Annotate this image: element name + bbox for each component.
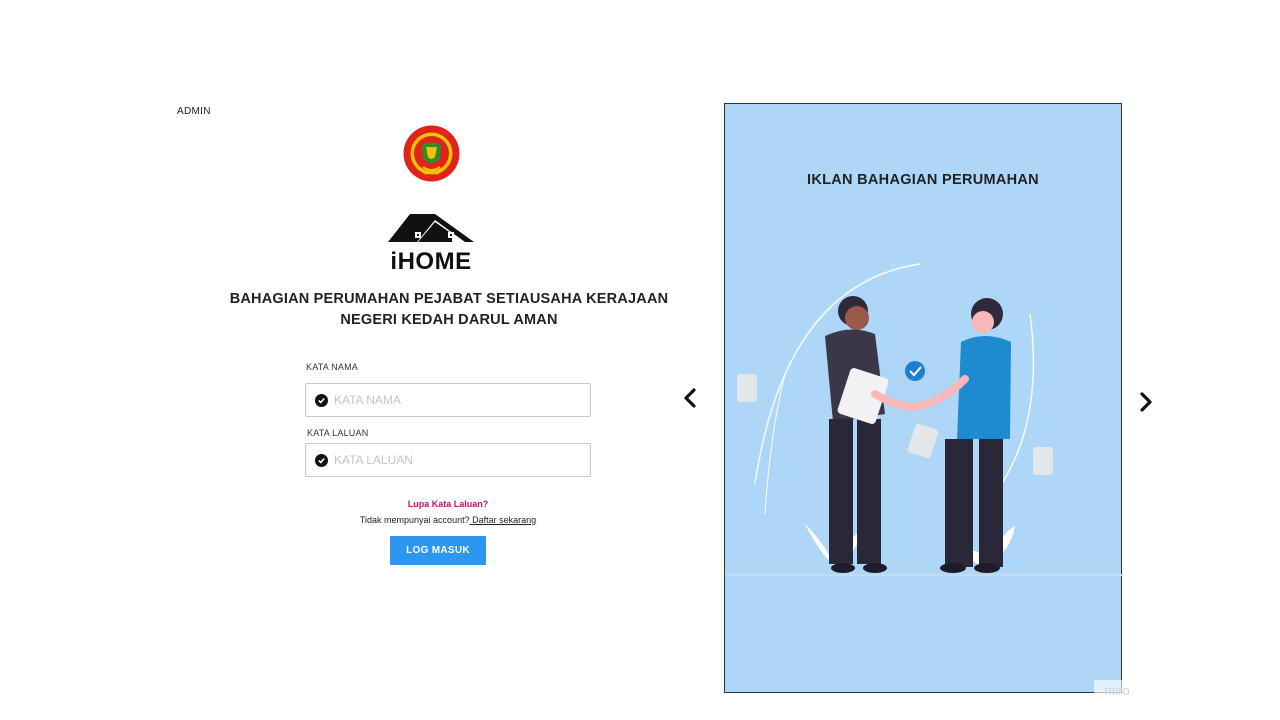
no-account-text: Tidak mempunyai account? xyxy=(359,515,470,525)
register-link[interactable]: Daftar sekarang xyxy=(470,515,536,525)
state-emblem-logo xyxy=(403,125,460,182)
handshake-illustration xyxy=(725,263,1123,576)
advertisement-title: IKLAN BAHAGIAN PERUMAHAN xyxy=(807,172,1039,188)
admin-label: ADMIN xyxy=(177,106,211,117)
miro-watermark: miro xyxy=(1094,680,1140,700)
organization-line-2: NEGERI KEDAH DARUL AMAN xyxy=(340,312,558,328)
password-input[interactable]: KATA LALUAN xyxy=(305,443,591,477)
username-placeholder: KATA NAMA xyxy=(334,393,401,407)
no-account-row: Tidak mempunyai account? Daftar sekarang xyxy=(305,515,591,525)
password-placeholder: KATA LALUAN xyxy=(334,453,413,467)
logo-text: iHOME xyxy=(390,248,472,275)
ihome-logo: iHOME xyxy=(385,210,477,275)
house-roof-icon xyxy=(388,214,474,242)
check-circle-icon xyxy=(315,453,328,467)
chevron-right-icon xyxy=(1140,392,1152,412)
organization-line-1: BAHAGIAN PERUMAHAN PEJABAT SETIAUSAHA KE… xyxy=(229,291,669,307)
carousel-prev-button[interactable] xyxy=(682,387,698,409)
organization-title: BAHAGIAN PERUMAHAN PEJABAT SETIAUSAHA KE… xyxy=(226,289,672,331)
advertisement-panel: IKLAN BAHAGIAN PERUMAHAN xyxy=(724,103,1123,693)
check-circle-icon xyxy=(315,393,328,407)
chevron-left-icon xyxy=(684,388,696,408)
forgot-password-link[interactable]: Lupa Kata Laluan? xyxy=(305,499,591,509)
username-input[interactable]: KATA NAMA xyxy=(305,383,591,417)
username-label: KATA NAMA xyxy=(306,362,358,372)
login-button[interactable]: LOG MASUK xyxy=(390,536,486,565)
carousel-next-button[interactable] xyxy=(1138,391,1154,413)
password-label: KATA LALUAN xyxy=(307,428,369,438)
